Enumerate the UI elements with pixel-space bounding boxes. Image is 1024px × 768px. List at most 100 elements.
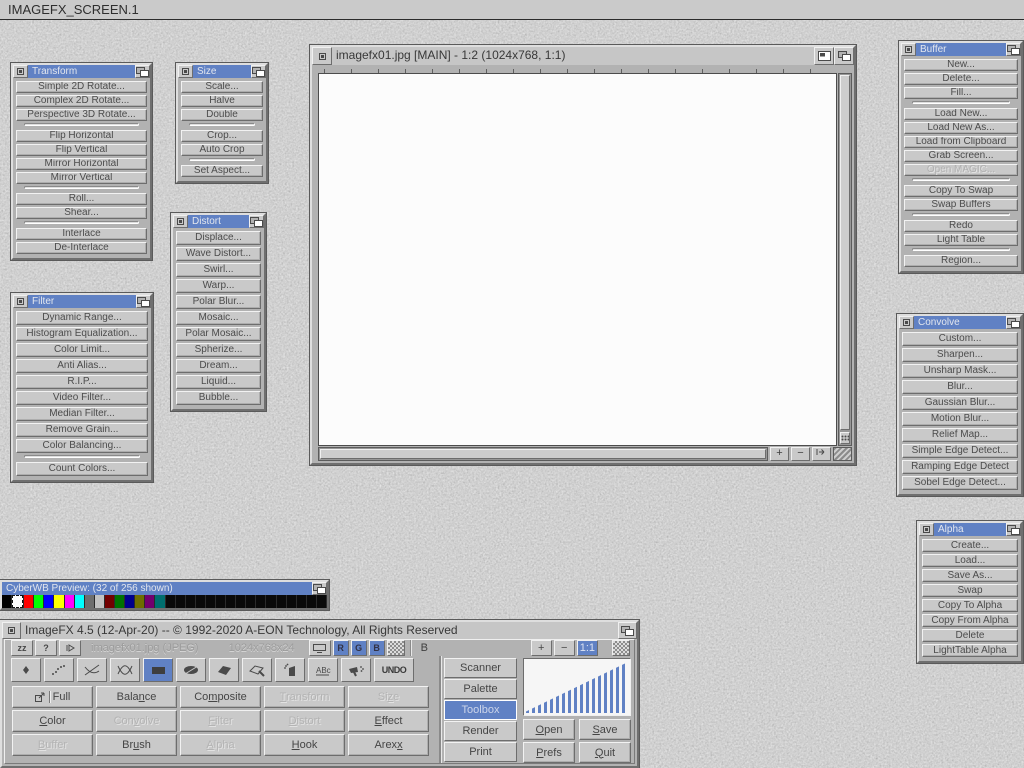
color-swatch-8[interactable] [85,595,94,608]
zoom-in-button[interactable]: + [770,447,789,461]
color-swatch-1[interactable] [12,595,23,608]
panel-titlebar[interactable]: Size [178,65,266,78]
panel-button-liquid[interactable]: Liquid... [176,375,261,389]
color-swatch-17[interactable] [176,595,185,608]
button-arexx[interactable]: Arexx [348,734,429,756]
help-button[interactable]: ? [35,640,57,656]
button-brush[interactable]: Brush [96,734,177,756]
airbrush-tool[interactable] [341,658,371,682]
image-window-titlebar[interactable]: imagefx01.jpg [MAIN] - 1:2 (1024x768, 1:… [312,47,854,65]
panel-button-lighttable-alpha[interactable]: LightTable Alpha [922,644,1018,657]
fill-tool[interactable] [275,658,305,682]
panel-button-perspective-3d-rotate[interactable]: Perspective 3D Rotate... [16,109,147,121]
panel-button-grab-screen[interactable]: Grab Screen... [904,150,1018,162]
line-tool[interactable] [77,658,107,682]
depth-gadget[interactable] [251,65,266,78]
panel-button-polar-mosaic[interactable]: Polar Mosaic... [176,327,261,341]
color-swatch-18[interactable] [186,595,195,608]
zoom-out-button[interactable]: − [554,640,575,656]
color-swatch-27[interactable] [277,595,286,608]
color-swatch-21[interactable] [216,595,225,608]
color-swatch-31[interactable] [317,595,326,608]
panel-button-motion-blur[interactable]: Motion Blur... [902,412,1018,426]
close-gadget[interactable] [2,622,21,639]
panel-button-sharpen[interactable]: Sharpen... [902,348,1018,362]
panel-button-create[interactable]: Create... [922,539,1018,552]
panel-button-relief-map[interactable]: Relief Map... [902,428,1018,442]
panel-titlebar[interactable]: Convolve [899,316,1021,329]
panel-titlebar[interactable]: Distort [173,215,264,228]
screen-titlebar[interactable]: IMAGEFX_SCREEN.1 [0,0,1024,20]
panel-button-displace[interactable]: Displace... [176,231,261,245]
panel-button-halve[interactable]: Halve [181,95,263,107]
zoom-out-button[interactable]: − [791,447,810,461]
button-size[interactable]: Size [348,686,429,708]
color-swatch-3[interactable] [34,595,43,608]
color-swatch-2[interactable] [24,595,33,608]
button-full[interactable]: Full [12,686,93,708]
panel-titlebar[interactable]: Alpha [919,523,1021,536]
resize-gadget[interactable] [833,447,852,461]
close-gadget[interactable] [901,43,916,56]
panel-button-crop[interactable]: Crop... [181,130,263,142]
button-prefs[interactable]: Prefs [523,742,575,763]
button-hook[interactable]: Hook [264,734,345,756]
panel-button-complex-2d-rotate[interactable]: Complex 2D Rotate... [16,95,147,107]
panel-button-region[interactable]: Region... [904,255,1018,267]
panel-button-dynamic-range[interactable]: Dynamic Range... [16,311,148,325]
color-swatch-11[interactable] [115,595,124,608]
depth-gadget[interactable] [834,47,854,65]
color-swatch-10[interactable] [105,595,114,608]
freehand-shape-tool[interactable] [242,658,272,682]
undo-button[interactable]: UNDO [374,658,414,682]
oval-tool[interactable] [176,658,206,682]
panel-titlebar[interactable]: Filter [13,295,151,308]
button-distort[interactable]: Distort [264,710,345,732]
color-swatch-12[interactable] [125,595,134,608]
panel-button-load-new-as[interactable]: Load New As... [904,122,1018,134]
color-swatch-0[interactable] [2,595,11,608]
panel-button-gaussian-blur[interactable]: Gaussian Blur... [902,396,1018,410]
close-gadget[interactable] [312,47,332,65]
panel-button-roll[interactable]: Roll... [16,193,147,205]
depth-gadget[interactable] [135,65,150,78]
panel-button-de-interlace[interactable]: De-Interlace [16,242,147,254]
vertical-scroll-thumb[interactable] [840,75,850,430]
panel-button-wave-distort[interactable]: Wave Distort... [176,247,261,261]
close-gadget[interactable] [178,65,193,78]
depth-gadget[interactable] [1006,523,1021,536]
panel-button-set-aspect[interactable]: Set Aspect... [181,165,263,177]
panel-button-mirror-horizontal[interactable]: Mirror Horizontal [16,158,147,170]
color-swatch-14[interactable] [145,595,154,608]
panel-button-custom[interactable]: Custom... [902,332,1018,346]
button-filter[interactable]: Filter [180,710,261,732]
color-swatch-28[interactable] [287,595,296,608]
close-gadget[interactable] [919,523,934,536]
panel-button-double[interactable]: Double [181,109,263,121]
panel-button-count-colors[interactable]: Count Colors... [16,462,148,476]
color-swatch-13[interactable] [135,595,144,608]
panel-titlebar[interactable]: Buffer [901,43,1021,56]
horizontal-scroll-thumb[interactable] [320,449,766,459]
color-swatch-16[interactable] [166,595,175,608]
depth-gadget[interactable] [1006,43,1021,56]
color-swatch-29[interactable] [297,595,306,608]
panel-button-video-filter[interactable]: Video Filter... [16,391,148,405]
palette-titlebar[interactable]: CyberWB Preview: (32 of 256 shown) [2,582,327,595]
color-swatch-24[interactable] [246,595,255,608]
tab-render[interactable]: Render [444,721,517,741]
color-swatch-20[interactable] [206,595,215,608]
button-balance[interactable]: Balance [96,686,177,708]
panel-button-auto-crop[interactable]: Auto Crop [181,144,263,156]
panel-titlebar[interactable]: Transform [13,65,150,78]
panel-button-fill[interactable]: Fill... [904,87,1018,99]
color-swatch-19[interactable] [196,595,205,608]
panel-button-median-filter[interactable]: Median Filter... [16,407,148,421]
button-quit[interactable]: Quit [579,742,631,763]
color-swatch-30[interactable] [307,595,316,608]
panel-button-warp[interactable]: Warp... [176,279,261,293]
color-swatch-22[interactable] [226,595,235,608]
color-swatch-5[interactable] [54,595,63,608]
button-open[interactable]: Open [523,719,575,740]
color-swatch-26[interactable] [266,595,275,608]
